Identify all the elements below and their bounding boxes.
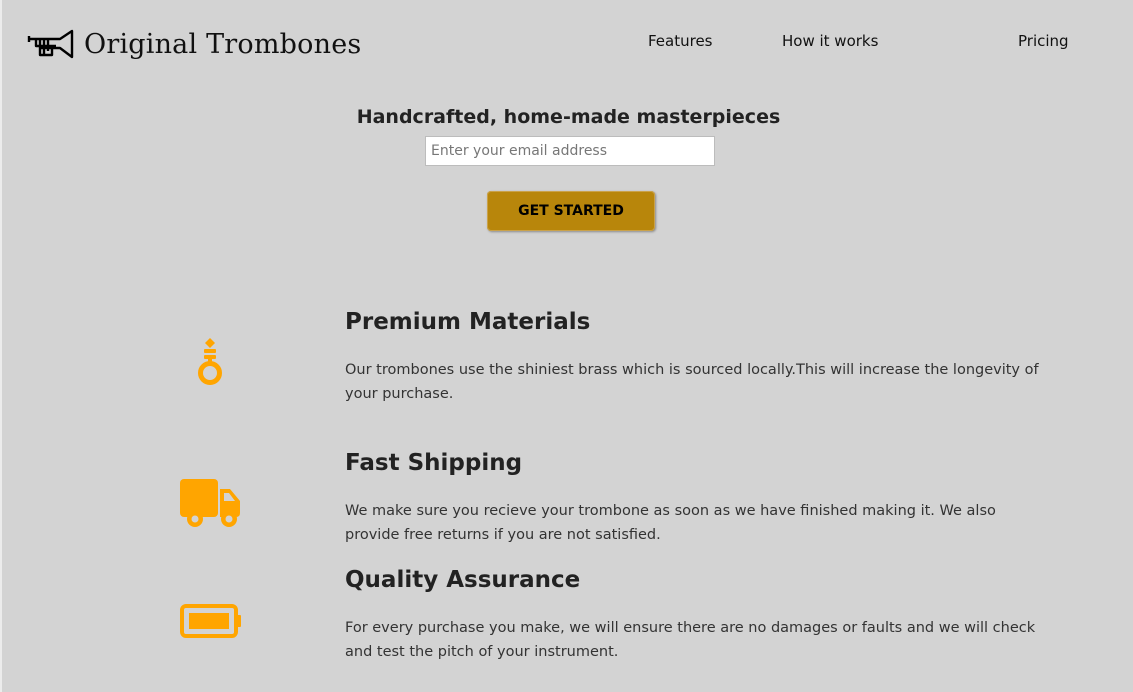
nav-link-pricing[interactable]: Pricing <box>1018 32 1069 50</box>
medal-icon <box>198 338 222 385</box>
feature-description: We make sure you recieve your trombone a… <box>345 503 996 543</box>
trumpet-icon <box>27 29 74 59</box>
feature-description: For every purchase you make, we will ens… <box>345 620 1036 660</box>
feature-title: Quality Assurance <box>345 567 581 593</box>
truck-icon <box>180 479 240 527</box>
logo-text: Original Trombones <box>84 28 362 60</box>
email-input[interactable] <box>425 136 715 166</box>
feature-description: Our trombones use the shiniest brass whi… <box>345 362 1039 402</box>
feature-title: Fast Shipping <box>345 450 523 476</box>
battery-full-icon <box>180 604 241 638</box>
nav-link-how-it-works[interactable]: How it works <box>782 32 878 50</box>
nav-link-features[interactable]: Features <box>648 32 713 50</box>
feature-title: Premium Materials <box>345 309 591 335</box>
hero-title: Handcrafted, home-made masterpieces <box>356 106 781 128</box>
get-started-button[interactable]: GET STARTED <box>487 191 655 231</box>
landing-page: Original Trombones Features How it works… <box>0 0 1133 692</box>
logo[interactable]: Original Trombones <box>26 26 361 62</box>
